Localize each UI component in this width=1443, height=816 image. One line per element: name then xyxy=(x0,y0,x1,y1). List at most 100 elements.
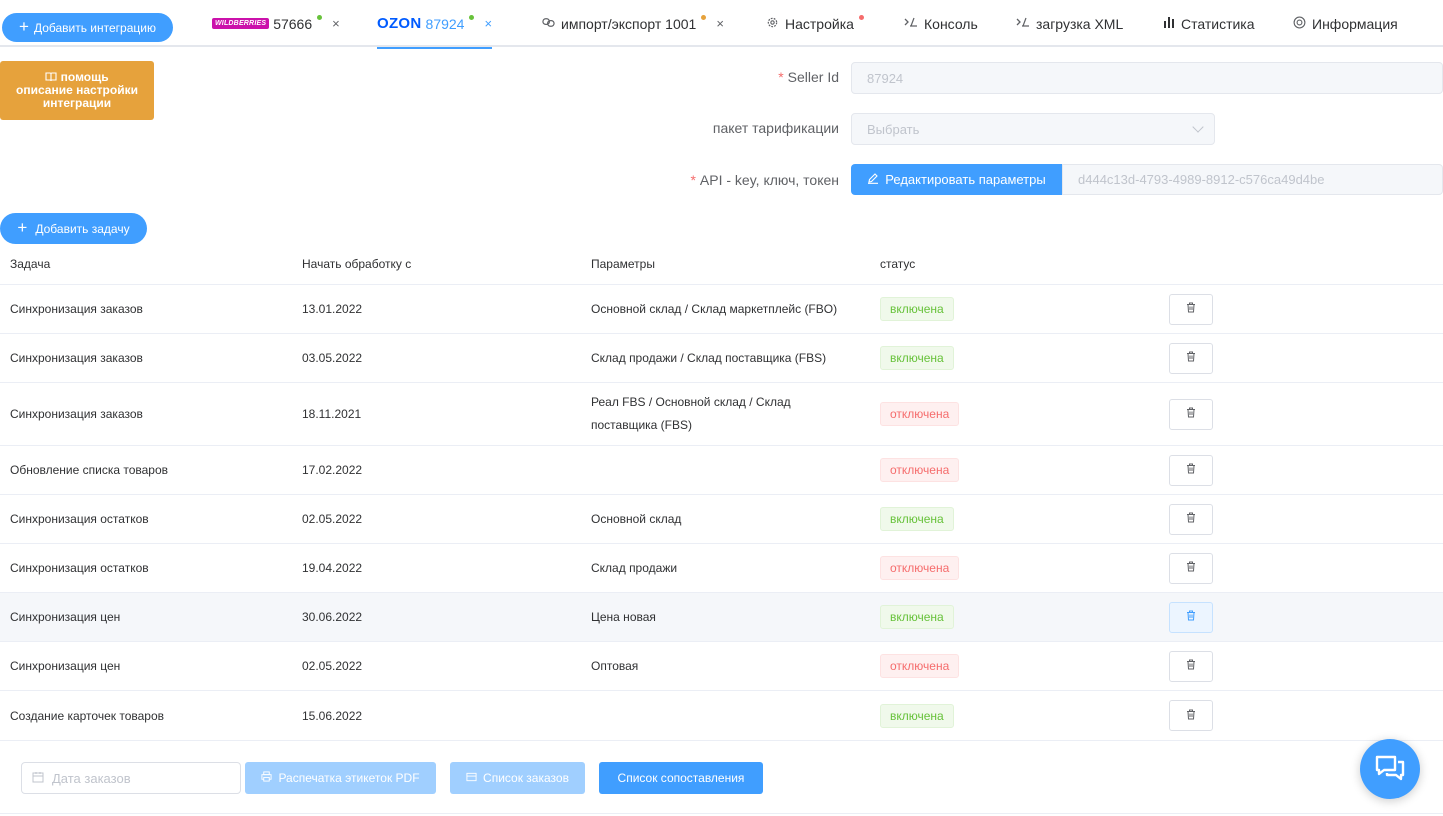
help-button[interactable]: помощь описание настройки интеграции xyxy=(0,61,154,120)
status-badge: включена xyxy=(880,703,954,728)
tab-statistics[interactable]: Статистика xyxy=(1163,0,1255,47)
required-mark: * xyxy=(690,172,696,188)
status-badge: отключена xyxy=(880,556,960,580)
table-row: Обновление списка товаров 17.02.2022 отк… xyxy=(0,446,1443,495)
integration-tab-bar: + Добавить интеграцию WILDBERRIES 57666 … xyxy=(0,0,1443,49)
add-task-button[interactable]: + Добавить задачу xyxy=(0,213,147,244)
info-icon xyxy=(1293,16,1306,32)
console-icon xyxy=(1016,16,1030,31)
task-start-date: 02.05.2022 xyxy=(302,659,363,673)
tab-settings[interactable]: Настройка xyxy=(766,0,864,47)
task-start-date: 19.04.2022 xyxy=(302,561,363,575)
close-icon[interactable]: × xyxy=(484,16,492,31)
tab-label: Настройка xyxy=(785,15,854,32)
tab-label: Консоль xyxy=(924,15,978,32)
task-params: Цена новая xyxy=(591,609,656,624)
status-badge: включена xyxy=(880,507,954,531)
delete-task-button[interactable] xyxy=(1169,503,1213,535)
api-key-field: d444c13d-4793-4989-8912-c576ca49d4be xyxy=(1062,164,1443,195)
status-dot xyxy=(858,15,864,20)
tariff-select[interactable]: Выбрать xyxy=(851,113,1215,145)
tab-info[interactable]: Информация xyxy=(1293,0,1398,47)
mapping-list-button[interactable]: Список сопоставления xyxy=(599,762,763,794)
trash-icon xyxy=(1186,561,1196,575)
orders-list-button[interactable]: Список заказов xyxy=(450,762,585,794)
task-start-date: 03.05.2022 xyxy=(302,351,363,365)
order-date-input[interactable]: Дата заказов xyxy=(21,762,241,794)
delete-task-button[interactable] xyxy=(1169,552,1213,584)
print-labels-label: Распечатка этикеток PDF xyxy=(278,771,420,785)
edit-icon xyxy=(867,172,879,187)
tab-wildberries[interactable]: WILDBERRIES 57666 × xyxy=(212,0,340,47)
seller-id-field: 87924 xyxy=(851,62,1443,94)
close-icon[interactable]: × xyxy=(332,16,340,31)
task-start-date: 17.02.2022 xyxy=(302,463,363,477)
task-params: Основной склад / Склад маркетплейс (FBO) xyxy=(591,301,838,316)
trash-icon xyxy=(1186,407,1196,421)
delete-task-button[interactable] xyxy=(1169,454,1213,486)
plus-icon: + xyxy=(19,17,29,36)
close-icon[interactable]: × xyxy=(716,16,724,31)
orders-toolbar: Дата заказов Распечатка этикеток PDF Спи… xyxy=(0,740,1443,814)
tab-xml-upload[interactable]: загрузка XML xyxy=(1016,0,1123,47)
add-integration-label: Добавить интеграцию xyxy=(33,20,156,35)
mapping-list-label: Список сопоставления xyxy=(617,771,745,785)
trash-icon xyxy=(1186,709,1196,723)
task-start-date: 13.01.2022 xyxy=(302,302,363,316)
task-params xyxy=(591,691,851,740)
task-params xyxy=(591,446,851,494)
table-row: Синхронизация цен 02.05.2022 Оптовая отк… xyxy=(0,642,1443,691)
bar-chart-icon xyxy=(1163,16,1175,31)
tab-ozon[interactable]: OZON 87924 × xyxy=(377,0,493,49)
wildberries-logo: WILDBERRIES xyxy=(212,18,270,29)
column-header-start: Начать обработку с xyxy=(302,257,412,271)
delete-task-button[interactable] xyxy=(1169,342,1213,374)
api-key-value: d444c13d-4793-4989-8912-c576ca49d4be xyxy=(1078,172,1325,187)
task-params: Основной склад xyxy=(591,511,682,526)
plus-icon: + xyxy=(17,218,28,237)
task-name: Обновление списка товаров xyxy=(10,463,169,477)
tab-console[interactable]: Консоль xyxy=(904,0,978,47)
print-labels-button[interactable]: Распечатка этикеток PDF xyxy=(245,762,436,794)
status-badge: включена xyxy=(880,346,954,370)
status-dot xyxy=(469,15,475,20)
gear-icon xyxy=(766,16,779,32)
task-start-date: 02.05.2022 xyxy=(302,512,363,526)
delete-task-button[interactable] xyxy=(1169,700,1213,731)
table-header: Задача Начать обработку с Параметры стат… xyxy=(0,244,1443,285)
delete-task-button[interactable] xyxy=(1169,650,1213,682)
task-params: Склад продажи / Склад поставщика (FBS) xyxy=(591,350,827,365)
link-icon xyxy=(542,16,555,32)
status-dot xyxy=(701,15,707,20)
orders-list-label: Список заказов xyxy=(483,771,569,785)
task-params: Склад продажи xyxy=(591,560,678,575)
delete-task-button[interactable] xyxy=(1169,293,1213,325)
task-name: Синхронизация заказов xyxy=(10,407,143,421)
console-icon xyxy=(904,16,918,31)
task-params: Оптовая xyxy=(591,658,639,673)
help-line-1: помощь xyxy=(60,70,109,84)
status-dot xyxy=(317,15,323,20)
api-key-label: * API - key, ключ, токен xyxy=(690,172,839,188)
table-row: Создание карточек товаров 15.06.2022 вкл… xyxy=(0,691,1443,740)
chat-icon xyxy=(1375,754,1405,785)
tab-label: загрузка XML xyxy=(1036,15,1124,32)
add-task-label: Добавить задачу xyxy=(35,221,130,236)
chat-button[interactable] xyxy=(1360,739,1420,799)
add-integration-button[interactable]: + Добавить интеграцию xyxy=(2,13,173,42)
column-header-task: Задача xyxy=(10,257,51,271)
task-name: Синхронизация остатков xyxy=(10,561,149,575)
tab-import-export[interactable]: импорт/экспорт 1001 × xyxy=(542,0,724,47)
table-row: Синхронизация остатков 19.04.2022 Склад … xyxy=(0,544,1443,593)
printer-icon xyxy=(261,771,272,785)
status-badge: отключена xyxy=(880,402,960,426)
ozon-logo: OZON xyxy=(377,15,422,32)
table-row: Синхронизация заказов 13.01.2022 Основно… xyxy=(0,285,1443,334)
status-badge: отключена xyxy=(880,458,960,482)
trash-icon xyxy=(1186,351,1196,365)
edit-parameters-button[interactable]: Редактировать параметры xyxy=(851,164,1062,195)
delete-task-button[interactable] xyxy=(1169,398,1213,430)
delete-task-button[interactable] xyxy=(1169,601,1213,633)
trash-icon xyxy=(1186,512,1196,526)
task-start-date: 18.11.2021 xyxy=(302,407,362,421)
